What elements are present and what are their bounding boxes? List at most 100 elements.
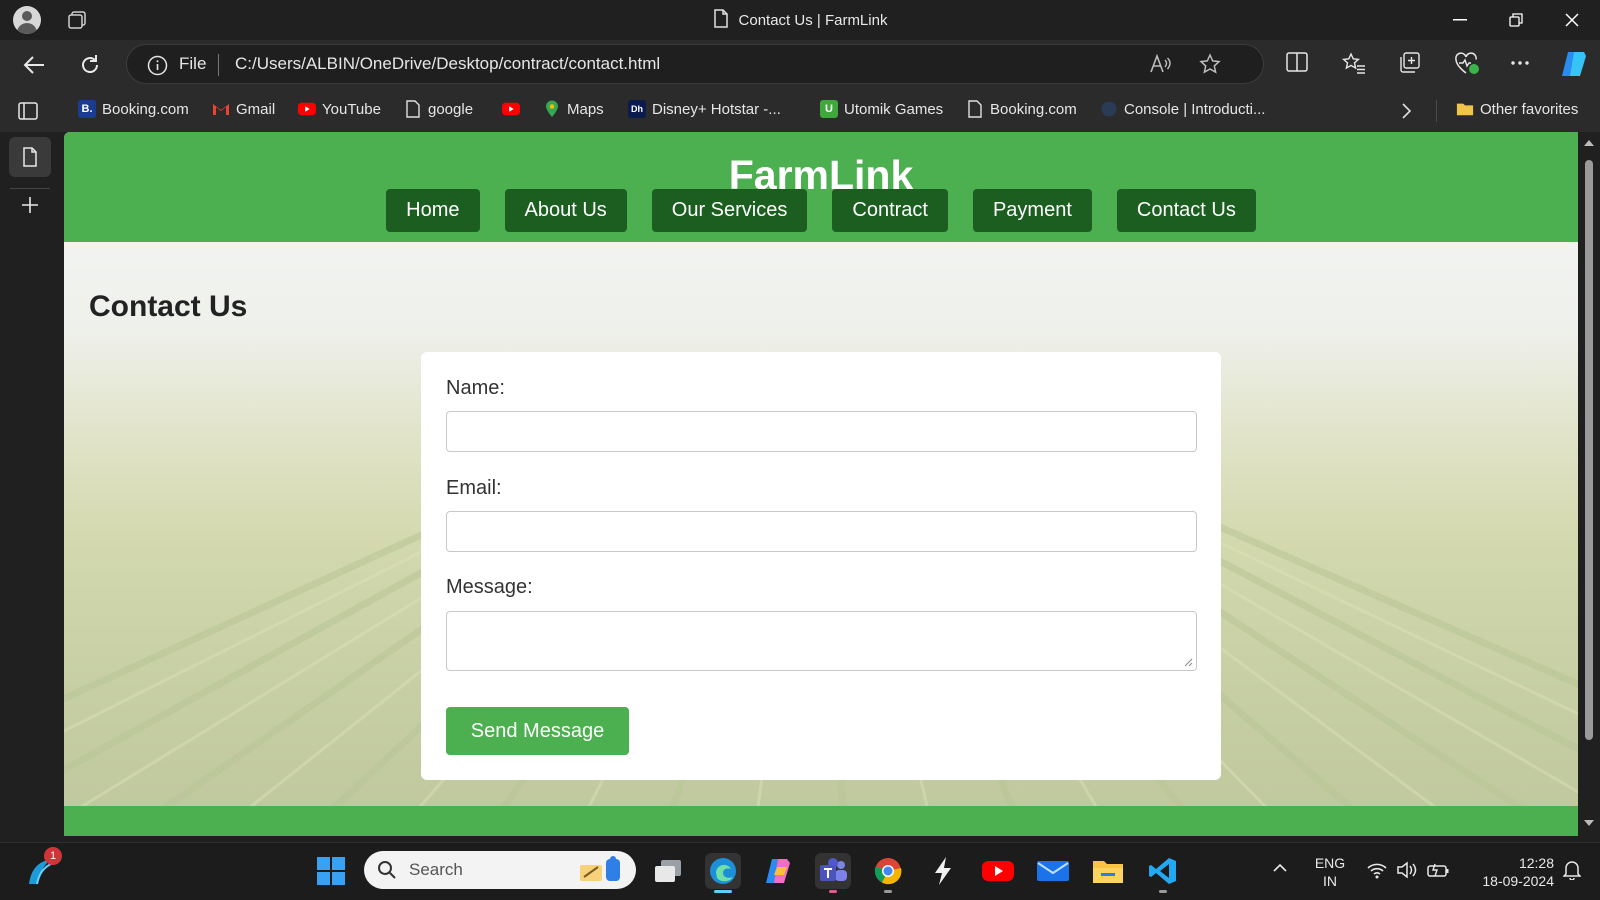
page-icon [713,8,729,32]
email-label: Email: [446,477,502,499]
gmail-icon [212,100,230,118]
chevron-right-icon[interactable] [1400,102,1412,120]
resize-handle-icon[interactable] [1184,658,1193,667]
widgets-weather-icon[interactable]: 1 [22,847,62,889]
edge-taskbar-icon[interactable] [705,853,741,893]
page-title: Contact Us [89,290,248,323]
favorite-youtube[interactable]: YouTube [298,100,381,118]
favorite-label: Booking.com [102,100,189,118]
running-app-indicator [1159,890,1167,893]
name-input[interactable] [446,411,1197,452]
notification-bell-icon[interactable] [1563,860,1581,880]
favorite-booking-2[interactable]: Booking.com [966,100,1077,118]
browser-title-bar: Contact Us | FarmLink [0,0,1600,40]
youtube-taskbar-icon[interactable] [980,853,1016,889]
teams-taskbar-icon[interactable] [815,853,851,893]
nav-contact-us[interactable]: Contact Us [1116,189,1256,232]
battery-icon[interactable] [1426,861,1450,879]
favorite-maps[interactable]: Maps [543,100,604,118]
favorite-console[interactable]: Console | Introducti... [1100,100,1265,118]
clock-date: 18-09-2024 [1482,873,1554,889]
other-favorites[interactable]: Other favorites [1456,100,1578,118]
more-options-icon[interactable] [1510,52,1530,74]
favorite-gmail[interactable]: Gmail [212,100,275,118]
file-explorer-icon[interactable] [1090,853,1126,889]
mail-taskbar-icon[interactable] [1035,853,1071,889]
read-aloud-icon[interactable] [1149,54,1171,74]
page-icon [404,100,422,118]
new-tab-plus-icon[interactable] [19,194,41,216]
nav-payment[interactable]: Payment [972,189,1092,232]
language-indicator[interactable]: ENG IN [1312,854,1348,890]
scroll-down-arrow-icon[interactable] [1583,818,1595,828]
language-region: IN [1323,873,1337,889]
task-view-icon[interactable] [650,853,686,889]
browser-toolbar: File C:/Users/ALBIN/OneDrive/Desktop/con… [0,40,1600,90]
site-header: FarmLink Home About Us Our Services Cont… [64,132,1578,242]
windows-taskbar: 1 Search ENG IN 12:28 18-09-2024 [0,842,1600,900]
nav-our-services[interactable]: Our Services [651,189,808,232]
favorite-label: YouTube [322,100,381,118]
email-input[interactable] [446,511,1197,552]
favorites-bar: B. Booking.com Gmail YouTube google Maps… [0,90,1600,132]
favorites-icon[interactable] [1342,52,1366,74]
main-nav: Home About Us Our Services Contract Paym… [64,189,1578,232]
back-icon[interactable] [18,50,50,80]
copilot-taskbar-icon[interactable] [760,853,796,889]
wifi-icon[interactable] [1366,861,1388,879]
favorite-hotstar[interactable]: Dh Disney+ Hotstar -... [628,100,781,118]
address-scheme-label: File [179,54,207,73]
page-icon [966,100,984,118]
refresh-icon[interactable] [74,50,106,80]
favorite-star-icon[interactable] [1199,53,1221,75]
chevron-up-icon[interactable] [1272,863,1288,873]
notification-badge: 1 [44,847,62,865]
tab-title[interactable]: Contact Us | FarmLink [0,0,1600,40]
start-windows-icon[interactable] [313,853,349,889]
favorite-google[interactable]: google [404,100,473,118]
favorite-youtube-2[interactable] [502,100,520,118]
send-message-button[interactable]: Send Message [446,707,629,755]
info-icon[interactable] [147,55,168,81]
favorite-booking[interactable]: B. Booking.com [78,100,189,118]
favorite-label: Maps [567,100,604,118]
taskbar-search-box[interactable]: Search [364,851,636,889]
sidebar-tab-page-icon[interactable] [9,137,51,177]
split-screen-icon[interactable] [1286,52,1308,72]
vscode-taskbar-icon[interactable] [1145,853,1181,893]
message-textarea[interactable] [446,611,1197,671]
folder-icon [1456,100,1474,118]
favorite-label: Disney+ Hotstar -... [652,100,781,118]
nav-home[interactable]: Home [386,189,480,232]
scroll-up-arrow-icon[interactable] [1583,138,1595,148]
tab-title-text: Contact Us | FarmLink [738,11,888,29]
favorite-label: Utomik Games [844,100,944,118]
close-window-button[interactable] [1544,0,1600,40]
favorite-label: Booking.com [990,100,1077,118]
chrome-taskbar-icon[interactable] [870,853,906,893]
volume-icon[interactable] [1396,861,1418,879]
copilot-icon[interactable] [1558,50,1590,78]
lightning-app-icon[interactable] [925,853,961,889]
address-bar[interactable]: File C:/Users/ALBIN/OneDrive/Desktop/con… [126,44,1264,84]
favorite-utomik[interactable]: U Utomik Games [820,100,943,118]
language-code: ENG [1314,855,1346,871]
restore-button[interactable] [1488,0,1544,40]
sidebar-divider [10,188,50,189]
nav-contract[interactable]: Contract [832,189,948,232]
address-url[interactable]: C:/Users/ALBIN/OneDrive/Desktop/contract… [235,54,660,74]
youtube-icon [502,100,520,118]
nav-about-us[interactable]: About Us [504,189,627,232]
tab-actions-icon[interactable] [18,102,38,120]
page-viewport: FarmLink Home About Us Our Services Cont… [64,132,1578,836]
minimize-button[interactable] [1432,0,1488,40]
scrollbar-thumb[interactable] [1585,160,1593,740]
favorites-divider [1436,100,1437,122]
collections-icon[interactable] [1398,52,1420,74]
favorite-label: Gmail [236,100,276,118]
browser-essentials-icon[interactable] [1454,52,1480,76]
clock-time: 12:28 [1518,855,1554,871]
vertical-tabs-sidebar [0,132,64,842]
taskbar-clock[interactable]: 12:28 18-09-2024 [1464,854,1554,890]
page-scrollbar[interactable] [1578,132,1600,836]
